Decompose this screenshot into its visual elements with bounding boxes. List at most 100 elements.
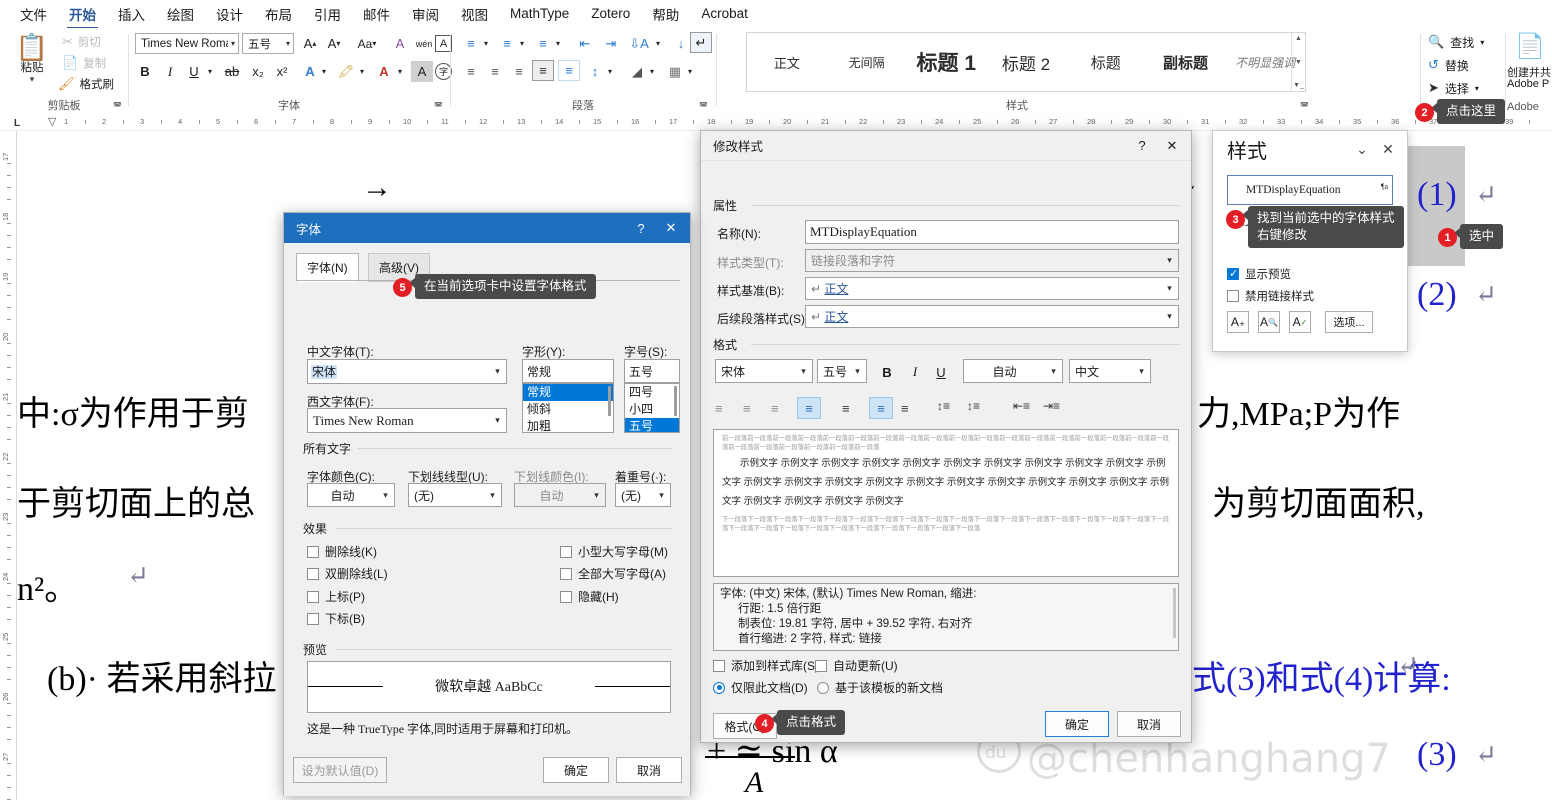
decrease-indent-icon[interactable]: ⇤≡ — [1013, 399, 1030, 417]
strikethrough-checkbox[interactable]: 删除线(K) — [307, 543, 377, 560]
subscript-button[interactable]: x₂ — [247, 61, 269, 82]
hidden-checkbox[interactable]: 隐藏(H) — [560, 588, 619, 605]
para-align-center-icon[interactable]: ≡ — [743, 401, 755, 416]
paste-dropdown-caret[interactable]: ▾ — [8, 74, 56, 85]
tab-font[interactable]: 字体(N) — [296, 253, 359, 282]
add-to-gallery-checkbox[interactable]: 添加到样式库(S) — [713, 657, 819, 674]
clipboard-dialog-launcher[interactable]: ◚ — [113, 101, 124, 112]
style-name-input[interactable]: MTDisplayEquation — [805, 220, 1179, 244]
superscript-checkbox[interactable]: 上标(P) — [307, 588, 365, 605]
shading-dropdown[interactable]: ▾ — [646, 61, 658, 82]
replace-button[interactable]: ↺ 替换 — [1428, 55, 1469, 75]
font-style-option-倾斜[interactable]: 倾斜 — [523, 401, 613, 418]
close-icon[interactable]: ✕ — [1157, 132, 1187, 160]
font-ok-button[interactable]: 确定 — [543, 757, 609, 783]
style-无间隔[interactable]: 无间隔 — [827, 54, 907, 71]
styles-options-button[interactable]: 选项... — [1325, 311, 1373, 333]
close-icon[interactable]: ✕ — [1375, 136, 1401, 162]
space-before-icon[interactable]: ↕≡ — [937, 399, 953, 417]
chevron-down-icon[interactable]: ⌄ — [1349, 136, 1375, 162]
close-icon[interactable]: ✕ — [656, 214, 686, 242]
tab-文件[interactable]: 文件 — [10, 0, 57, 29]
numbering-dropdown[interactable]: ▾ — [516, 33, 528, 54]
set-as-default-button[interactable]: 设为默认值(D) — [293, 757, 387, 783]
tab-开始[interactable]: 开始 — [59, 0, 106, 30]
clear-formatting-button[interactable]: A — [389, 33, 411, 54]
tab-mathtype[interactable]: MathType — [500, 2, 579, 26]
select-button[interactable]: ➤ 选择 ▾ — [1428, 78, 1479, 98]
multilevel-list-icon[interactable]: ≡ — [532, 33, 554, 54]
adobe-create-pdf-icon[interactable]: 📄 — [1515, 32, 1545, 61]
paragraph-dialog-launcher[interactable]: ◚ — [699, 101, 710, 112]
style-bold-button[interactable]: B — [877, 362, 897, 382]
double-strikethrough-checkbox[interactable]: 双删除线(L) — [307, 565, 388, 582]
style-标题2[interactable]: 标题 2 — [986, 50, 1066, 75]
new-documents-radio[interactable]: 基于该模板的新文档 — [817, 679, 943, 696]
font-style-scrollbar[interactable] — [608, 386, 611, 416]
subscript-checkbox[interactable]: 下标(B) — [307, 610, 365, 627]
font-color-combo[interactable]: 自动 ▾ — [307, 483, 395, 507]
style-inspector-icon[interactable]: A 🔍 — [1258, 311, 1280, 333]
tab-绘图[interactable]: 绘图 — [157, 0, 204, 29]
tab-审阅[interactable]: 审阅 — [402, 0, 449, 29]
shrink-font-button[interactable]: A ▾ — [323, 33, 345, 54]
emphasis-combo[interactable]: (无) ▾ — [615, 483, 671, 507]
underline-dropdown[interactable]: ▾ — [203, 61, 217, 82]
scroll-down-icon[interactable]: ▼ — [1295, 59, 1302, 66]
new-style-icon[interactable]: A₊ — [1227, 311, 1249, 333]
tab-引用[interactable]: 引用 — [304, 0, 351, 29]
style-标题1[interactable]: 标题 1 — [906, 47, 986, 77]
font-size-option-四号[interactable]: 四号 — [625, 384, 679, 401]
scroll-more-icon[interactable]: ▼_ — [1293, 82, 1304, 89]
font-style-option-常规[interactable]: 常规 — [523, 384, 613, 401]
space-after-icon[interactable]: ↕≡ — [967, 399, 983, 417]
change-case-button[interactable]: Aa ▾ — [351, 33, 383, 54]
bullets-dropdown[interactable]: ▾ — [480, 33, 492, 54]
para-align-left-icon[interactable]: ≡ — [715, 401, 727, 416]
tab-stop-marker[interactable]: L — [14, 118, 20, 129]
tab-布局[interactable]: 布局 — [255, 0, 302, 29]
styles-gallery[interactable]: 正文 无间隔 标题 1 标题 2 标题 副标题 不明显强调 ▲ ▼ ▼_ — [746, 32, 1306, 92]
style-标题[interactable]: 标题 — [1066, 52, 1146, 73]
bullets-icon[interactable]: ≡ — [460, 33, 482, 54]
align-center-icon[interactable]: ≡ — [484, 61, 506, 82]
phonetic-guide-button[interactable]: wén — [413, 33, 435, 54]
style-正文[interactable]: 正文 — [747, 53, 827, 72]
sort-dropdown[interactable]: ▾ — [652, 33, 664, 54]
font-size-option-小四[interactable]: 小四 — [625, 401, 679, 418]
all-caps-checkbox[interactable]: 全部大写字母(A) — [560, 565, 666, 582]
superscript-button[interactable]: x² — [271, 61, 293, 82]
increase-indent-icon[interactable]: ⇥ — [600, 33, 622, 54]
only-this-document-radio[interactable]: 仅限此文档(D) — [713, 679, 808, 696]
align-right-icon[interactable]: ≡ — [508, 61, 530, 82]
line-spacing-1-5-icon[interactable]: ≡ — [869, 397, 893, 419]
line-spacing-icon[interactable]: ↕ — [584, 61, 606, 82]
next-style-combo[interactable]: ↵ 正文 ▾ — [805, 305, 1179, 328]
font-cancel-button[interactable]: 取消 — [616, 757, 682, 783]
font-size-combo[interactable]: 五号 ▾ — [242, 33, 294, 54]
highlight-color-button[interactable]: 🖍 — [335, 61, 357, 82]
sort-az-icon[interactable]: ⇩A — [628, 33, 650, 54]
description-scrollbar[interactable] — [1173, 588, 1176, 638]
font-style-option-加粗[interactable]: 加粗 — [523, 418, 613, 432]
character-shading-button[interactable]: A — [411, 61, 433, 82]
find-dropdown-caret[interactable]: ▾ — [1480, 38, 1484, 47]
style-entry-mtdisplayequation[interactable]: MTDisplayEquation ¶a — [1227, 175, 1393, 205]
grow-font-button[interactable]: A ▴ — [299, 33, 321, 54]
style-副标题[interactable]: 副标题 — [1146, 52, 1226, 73]
font-style-listbox[interactable]: 常规 倾斜 加粗 — [522, 383, 614, 433]
tab-插入[interactable]: 插入 — [108, 0, 155, 29]
help-icon[interactable]: ? — [1127, 132, 1157, 160]
multilevel-dropdown[interactable]: ▾ — [552, 33, 564, 54]
disable-linked-styles-checkbox[interactable]: 禁用链接样式 — [1227, 288, 1314, 304]
highlight-dropdown[interactable]: ▾ — [355, 61, 369, 82]
format-painter-button[interactable]: 🖌 格式刷 — [58, 75, 114, 93]
style-underline-button[interactable]: U — [931, 362, 951, 382]
cn-font-combo[interactable]: 宋体 ▾ — [307, 359, 507, 384]
numbered-list-icon[interactable]: ≡ — [496, 33, 518, 54]
borders-dropdown[interactable]: ▾ — [684, 61, 696, 82]
line-spacing-single-icon[interactable]: ≡ — [842, 401, 854, 416]
styles-gallery-scrollbar[interactable]: ▲ ▼ ▼_ — [1291, 33, 1305, 91]
indent-marker[interactable]: ▽ — [48, 115, 56, 128]
decrease-indent-icon[interactable]: ⇤ — [574, 33, 596, 54]
